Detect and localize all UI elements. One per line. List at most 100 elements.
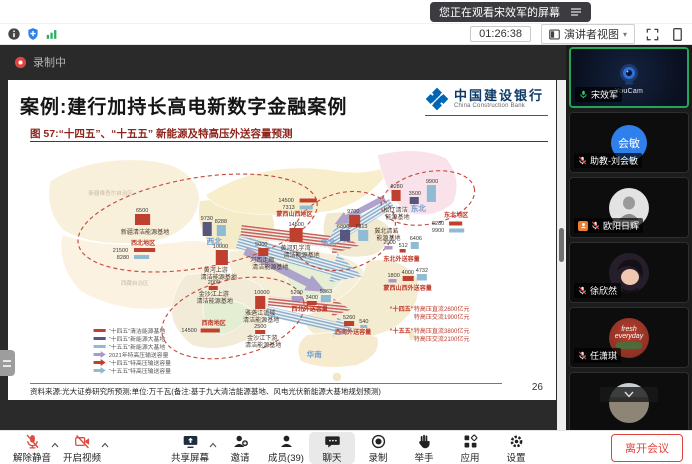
participant-tile-ren-xiaoqi[interactable]: fresh everyday 任潇琪 <box>569 307 689 368</box>
svg-text:“十五五”特高压输送容量: “十五五”特高压输送容量 <box>109 367 171 375</box>
security-shield-icon[interactable] <box>26 27 40 41</box>
members-icon <box>278 433 295 450</box>
ccb-logo-en: China Construction Bank <box>454 103 544 109</box>
svg-text:蒙西山西地区: 蒙西山西地区 <box>276 210 312 218</box>
svg-text:“十四五”清洁能源基地: “十四五”清洁能源基地 <box>109 327 166 335</box>
meeting-menubar: 01:26:38 演讲者视图 ▾ <box>0 24 692 45</box>
webcam-icon <box>616 61 642 87</box>
members-button[interactable]: 成员(39) <box>263 432 309 464</box>
unmute-label: 解除静音 <box>13 450 51 464</box>
page-number: 26 <box>532 382 543 393</box>
svg-text:西北: 西北 <box>207 236 223 246</box>
settings-label: 设置 <box>506 450 525 464</box>
participant-tile-song-xiaojun[interactable]: YouCam 宋效军 <box>569 47 689 108</box>
unmute-button[interactable]: 解除静音 <box>9 432 55 464</box>
apps-icon <box>462 433 479 450</box>
participant-tile-ouyang-rihui[interactable]: 欧阳日辉 <box>569 177 689 238</box>
mic-muted-icon <box>578 351 587 360</box>
top-strip: 您正在观看宋效军的屏幕 <box>0 0 692 24</box>
share-screen-icon <box>182 433 199 450</box>
svg-text:1800: 1800 <box>387 273 399 279</box>
meeting-info-icon[interactable] <box>7 27 21 41</box>
share-screen-button[interactable]: 共享屏幕 <box>167 432 213 464</box>
mic-on-icon <box>579 90 588 99</box>
settings-gear-icon <box>508 433 525 450</box>
record-button[interactable]: 录制 <box>355 432 401 464</box>
svg-text:3400: 3400 <box>306 295 318 301</box>
mic-muted-icon <box>591 221 600 230</box>
svg-text:“十四五”特高压输送容量: “十四五”特高压输送容量 <box>109 359 171 367</box>
svg-text:6280: 6280 <box>391 184 403 190</box>
camera-off-icon <box>74 433 91 450</box>
svg-text:东北地区: 东北地区 <box>444 211 468 219</box>
svg-text:华南: 华南 <box>307 349 323 359</box>
start-video-label: 开启视频 <box>63 450 101 464</box>
network-signal-icon[interactable] <box>45 27 59 41</box>
meeting-timer: 01:26:38 <box>470 26 531 42</box>
chat-button[interactable]: 聊天 <box>309 432 355 464</box>
start-video-button[interactable]: 开启视频 <box>59 432 105 464</box>
flow-dongbei: 2000 512 6406 东北外送容量 <box>383 236 422 263</box>
avatar-text-line2: everyday <box>615 333 643 340</box>
svg-text:“十五五”新能源大基地: “十五五”新能源大基地 <box>109 343 166 351</box>
view-mode-label: 演讲者视图 <box>564 26 619 42</box>
svg-text:特高压直流2600亿元: 特高压直流2600亿元 <box>414 305 470 313</box>
leave-meeting-button[interactable]: 离开会议 <box>611 434 683 462</box>
raise-hand-label: 举手 <box>414 450 433 464</box>
svg-text:2000: 2000 <box>208 280 220 286</box>
stats-dongbei-region: 东北地区 6280 9900 <box>432 211 468 234</box>
participant-tile-liu-huimin[interactable]: 会敏 助教-刘会敏 <box>569 112 689 173</box>
shared-screen-area: 录制中 案例:建行加持长高电新数字金融案例 中国建设银行 China Const… <box>0 45 566 430</box>
sidebar-toggle-button[interactable] <box>670 27 685 42</box>
svg-text:5260: 5260 <box>343 315 355 321</box>
svg-text:特高压交流1900亿元: 特高压交流1900亿元 <box>414 313 470 321</box>
share-scrollbar-thumb[interactable] <box>559 228 564 262</box>
participant-nametag: 徐欣然 <box>574 283 621 298</box>
watching-text: 您正在观看宋效军的屏幕 <box>439 4 560 20</box>
slide-title: 案例:建行加持长高电新数字金融案例 <box>20 92 347 119</box>
svg-text:东北外送容量: 东北外送容量 <box>383 255 419 263</box>
svg-text:清洁能源基地: 清洁能源基地 <box>243 316 279 324</box>
record-icon <box>370 433 387 450</box>
chat-label: 聊天 <box>322 450 341 464</box>
svg-text:9730: 9730 <box>201 216 213 222</box>
svg-text:“十五五”: “十五五” <box>390 327 414 335</box>
svg-text:540: 540 <box>359 319 368 325</box>
video-options-chevron[interactable] <box>101 435 109 453</box>
watching-notification[interactable]: 您正在观看宋效军的屏幕 <box>430 2 591 22</box>
svg-text:4732: 4732 <box>416 268 428 274</box>
share-scrollbar[interactable] <box>557 80 566 430</box>
svg-text:3500: 3500 <box>409 191 421 197</box>
invite-button[interactable]: 邀请 <box>217 432 263 464</box>
svg-text:5000: 5000 <box>255 242 267 248</box>
svg-text:新疆清洁能源基地: 新疆清洁能源基地 <box>121 228 169 236</box>
list-icon[interactable] <box>570 6 582 18</box>
collapse-videos-button[interactable] <box>600 387 658 402</box>
settings-button[interactable]: 设置 <box>493 432 539 464</box>
ccb-logo: 中国建设银行 China Construction Bank <box>425 87 548 116</box>
record-dot-icon <box>14 56 27 69</box>
view-mode-selector[interactable]: 演讲者视图 ▾ <box>541 24 635 44</box>
participant-tile-partial[interactable] <box>569 372 689 430</box>
raise-hand-icon <box>416 433 433 450</box>
svg-text:华北: 华北 <box>321 237 337 247</box>
svg-text:7313: 7313 <box>355 224 367 230</box>
svg-text:黄河上游: 黄河上游 <box>204 266 228 274</box>
collapsed-panel-handle[interactable] <box>0 350 15 376</box>
apps-button[interactable]: 应用 <box>447 432 493 464</box>
svg-text:512: 512 <box>399 243 408 249</box>
share-options-chevron[interactable] <box>209 435 217 453</box>
host-badge-icon <box>578 221 588 231</box>
svg-text:能源基地: 能源基地 <box>385 213 409 221</box>
participant-name: 欧阳日辉 <box>603 219 639 232</box>
participant-tile-xu-xinran[interactable]: 徐欣然 <box>569 242 689 303</box>
svg-text:5363: 5363 <box>320 289 332 295</box>
fullscreen-button[interactable] <box>645 27 660 42</box>
svg-text:9900: 9900 <box>432 228 444 234</box>
raise-hand-button[interactable]: 举手 <box>401 432 447 464</box>
svg-text:清洁能源基地: 清洁能源基地 <box>283 251 319 259</box>
svg-text:21500: 21500 <box>113 248 128 254</box>
china-energy-map: 新疆维吾尔自治区 西藏自治区 <box>36 143 541 383</box>
mic-options-chevron[interactable] <box>51 435 59 453</box>
mic-muted-icon <box>578 286 587 295</box>
